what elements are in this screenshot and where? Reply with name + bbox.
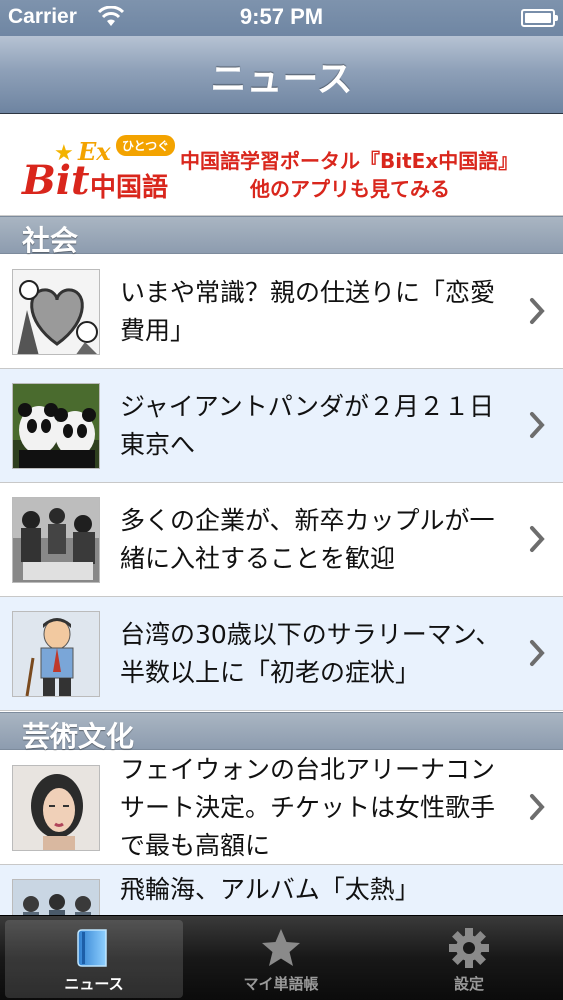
- page-title: ニュース: [210, 59, 353, 100]
- thumbnail-pandas: [12, 383, 100, 469]
- bitex-banner[interactable]: ★ Bit Ex ひとつぐ 中国語 中国語学習ポータル『BitEx中国語』 他の…: [0, 115, 563, 216]
- table-row[interactable]: いまや常識？親の仕送りに「恋愛費用」: [0, 255, 563, 369]
- thumbnail-singer-portrait: [12, 765, 100, 851]
- row-headline: 多くの企業が、新卒カップルが一緒に入社することを歓迎: [120, 505, 495, 573]
- banner-headline: 中国語学習ポータル『BitEx中国語』: [180, 149, 519, 173]
- tab-label: マイ単語帳: [243, 975, 319, 993]
- chevron-right-icon: [530, 794, 545, 820]
- thumbnail-heart-cartoon: [12, 269, 100, 355]
- clock-time: 9:57 PM: [239, 4, 324, 29]
- tab-news[interactable]: ニュース: [5, 920, 183, 998]
- thumbnail-salaryman-cartoon: [12, 611, 100, 697]
- star-icon: [262, 929, 300, 966]
- chevron-right-icon: [530, 526, 545, 552]
- section-title: 芸術文化: [22, 720, 135, 753]
- book-icon: [77, 929, 107, 967]
- tab-label: 設定: [453, 975, 484, 993]
- navigation-bar: ニュース: [0, 36, 563, 114]
- table-row[interactable]: 多くの企業が、新卒カップルが一緒に入社することを歓迎: [0, 483, 563, 597]
- table-row[interactable]: フェイウォンの台北アリーナコンサート決定。チケットは女性歌手で最も高額に: [0, 751, 563, 865]
- logo-bubble: ひとつぐ: [116, 135, 176, 156]
- banner-subline: 他のアプリも見てみる: [250, 177, 450, 201]
- row-headline: いまや常識？親の仕送りに「恋愛費用」: [120, 277, 496, 345]
- section-title: 社会: [22, 224, 79, 257]
- status-bar: Carrier 9:57 PM: [0, 0, 563, 36]
- chevron-right-icon: [530, 412, 545, 438]
- battery-icon: [521, 9, 558, 27]
- row-headline: フェイウォンの台北アリーナコンサート決定。チケットは女性歌手で最も高額に: [120, 754, 496, 860]
- logo-chinese-text: 中国語: [90, 173, 169, 203]
- section-header-society: 社会: [0, 216, 563, 257]
- tab-my-wordbook[interactable]: マイ単語帳: [192, 920, 370, 998]
- logo-ex-text: Ex: [78, 137, 111, 166]
- section-header-arts-culture: 芸術文化: [0, 712, 563, 753]
- thumbnail-office-photo: [12, 497, 100, 583]
- table-row[interactable]: ジャイアントパンダが２月２１日東京へ: [0, 369, 563, 483]
- tab-settings[interactable]: 設定: [380, 920, 558, 998]
- tab-label: ニュース: [64, 975, 124, 993]
- tab-bar: ニュース マイ単語帳 設定: [0, 915, 563, 1000]
- chevron-right-icon: [530, 298, 545, 324]
- gear-icon: [449, 928, 489, 968]
- chevron-right-icon: [530, 640, 545, 666]
- table-row[interactable]: 台湾の30歳以下のサラリーマン、半数以上に「初老の症状」: [0, 597, 563, 711]
- bitex-logo: ★ Bit Ex ひとつぐ 中国語: [20, 135, 180, 207]
- row-headline: 台湾の30歳以下のサラリーマン、半数以上に「初老の症状」: [120, 619, 501, 687]
- row-headline: ジャイアントパンダが２月２１日東京へ: [120, 391, 495, 459]
